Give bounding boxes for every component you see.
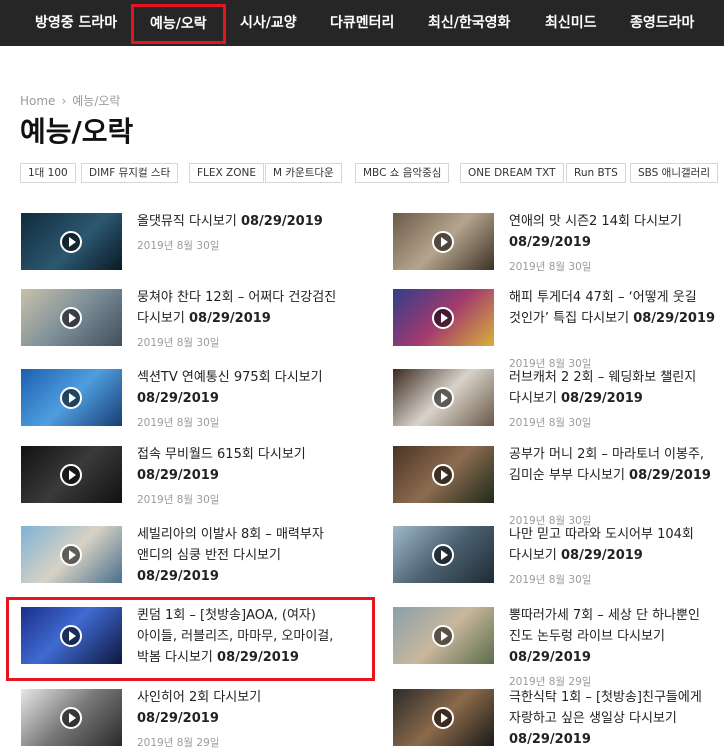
play-icon[interactable] xyxy=(432,707,454,729)
video-thumbnail[interactable] xyxy=(393,213,494,270)
item-title[interactable]: 퀸덤 1회 – [첫방송]AOA, (여자)아이들, 러블리즈, 마마무, 오마… xyxy=(137,605,347,668)
play-icon[interactable] xyxy=(60,387,82,409)
nav-item-us-drama[interactable]: 최신미드 xyxy=(545,0,597,46)
play-icon[interactable] xyxy=(60,464,82,486)
play-icon[interactable] xyxy=(432,625,454,647)
play-icon[interactable] xyxy=(432,544,454,566)
breadcrumb-current: 예능/오락 xyxy=(72,94,121,108)
item-date: 2019년 8월 30일 xyxy=(137,337,220,349)
play-icon[interactable] xyxy=(60,625,82,647)
breadcrumb: Home › 예능/오락 xyxy=(20,92,120,109)
item-date: 2019년 8월 30일 xyxy=(137,240,220,252)
tag-item[interactable]: 1대 100 xyxy=(20,163,76,183)
item-title[interactable]: 나만 믿고 따라와 도시어부 104회 다시보기 08/29/2019 xyxy=(509,524,719,566)
nav-item-variety[interactable]: 예능/오락 xyxy=(131,4,226,44)
video-thumbnail[interactable] xyxy=(393,289,494,346)
video-thumbnail[interactable] xyxy=(393,689,494,746)
item-title[interactable]: 세빌리아의 이발사 8회 – 매력부자 앤디의 심쿵 반전 다시보기 08/29… xyxy=(137,524,347,587)
video-thumbnail[interactable] xyxy=(21,689,122,746)
breadcrumb-home[interactable]: Home xyxy=(20,94,55,108)
item-title[interactable]: 해피 투게더4 47회 – ‘어떻게 웃길 것인가’ 특집 다시보기 08/29… xyxy=(509,287,719,329)
item-title[interactable]: 공부가 머니 2회 – 마라토너 이봉주, 김미순 부부 다시보기 08/29/… xyxy=(509,444,719,486)
play-icon[interactable] xyxy=(432,464,454,486)
top-nav: 방영중 드라마 예능/오락 시사/교양 다큐멘터리 최신/한국영화 최신미드 종… xyxy=(0,0,724,46)
item-date: 2019년 8월 29일 xyxy=(137,737,220,749)
tag-item[interactable]: ONE DREAM TXT xyxy=(460,163,564,183)
tag-item[interactable]: DIMF 뮤지컬 스타 xyxy=(81,163,179,183)
page-title: 예능/오락 xyxy=(20,115,134,148)
item-title[interactable]: 연애의 맛 시즌2 14회 다시보기 08/29/2019 xyxy=(509,211,719,253)
play-icon[interactable] xyxy=(432,307,454,329)
tag-item[interactable]: SBS 애니갤러리 xyxy=(630,163,718,183)
item-title[interactable]: 섹션TV 연예통신 975회 다시보기 08/29/2019 xyxy=(137,367,347,409)
nav-item-korean-movie[interactable]: 최신/한국영화 xyxy=(428,0,510,46)
play-icon[interactable] xyxy=(60,307,82,329)
item-title[interactable]: 극한식탁 1회 – [첫방송]친구들에게 자랑하고 싶은 생일상 다시보기 08… xyxy=(509,687,719,750)
item-title[interactable]: 러브캐처 2 2회 – 웨딩화보 챌린지 다시보기 08/29/2019 xyxy=(509,367,719,409)
play-icon[interactable] xyxy=(60,707,82,729)
nav-item-current-affairs[interactable]: 시사/교양 xyxy=(240,0,297,46)
item-date: 2019년 8월 30일 xyxy=(509,574,592,586)
tag-item[interactable]: FLEX ZONE xyxy=(189,163,265,183)
nav-item-airing-drama[interactable]: 방영중 드라마 xyxy=(35,0,117,46)
tag-item[interactable]: Run BTS xyxy=(566,163,626,183)
item-title[interactable]: 뭉쳐야 찬다 12회 – 어쩌다 건강검진 다시보기 08/29/2019 xyxy=(137,287,347,329)
video-thumbnail[interactable] xyxy=(21,607,122,664)
item-date: 2019년 8월 30일 xyxy=(509,417,592,429)
video-thumbnail[interactable] xyxy=(393,607,494,664)
item-title[interactable]: 접속 무비월드 615회 다시보기 08/29/2019 xyxy=(137,444,347,486)
nav-item-ended-drama[interactable]: 종영드라마 xyxy=(630,0,694,46)
item-title[interactable]: 사인히어 2회 다시보기 08/29/2019 xyxy=(137,687,347,729)
play-icon[interactable] xyxy=(60,544,82,566)
item-date: 2019년 8월 30일 xyxy=(137,494,220,506)
video-thumbnail[interactable] xyxy=(393,526,494,583)
breadcrumb-separator: › xyxy=(61,94,67,108)
tag-item[interactable]: MBC 쇼 음악중심 xyxy=(355,163,450,183)
video-thumbnail[interactable] xyxy=(21,289,122,346)
item-title[interactable]: 올댓뮤직 다시보기 08/29/2019 xyxy=(137,211,347,232)
video-thumbnail[interactable] xyxy=(21,446,122,503)
video-thumbnail[interactable] xyxy=(393,446,494,503)
play-icon[interactable] xyxy=(60,231,82,253)
play-icon[interactable] xyxy=(432,387,454,409)
item-date: 2019년 8월 30일 xyxy=(137,417,220,429)
item-title[interactable]: 뽕따러가세 7회 – 세상 단 하나뿐인 진도 논두렁 라이브 다시보기 08/… xyxy=(509,605,719,668)
item-date: 2019년 8월 30일 xyxy=(509,261,592,273)
nav-item-documentary[interactable]: 다큐멘터리 xyxy=(330,0,394,46)
video-thumbnail[interactable] xyxy=(21,526,122,583)
play-icon[interactable] xyxy=(432,231,454,253)
video-thumbnail[interactable] xyxy=(393,369,494,426)
video-thumbnail[interactable] xyxy=(21,213,122,270)
video-thumbnail[interactable] xyxy=(21,369,122,426)
tag-item[interactable]: M 카운트다운 xyxy=(265,163,342,183)
